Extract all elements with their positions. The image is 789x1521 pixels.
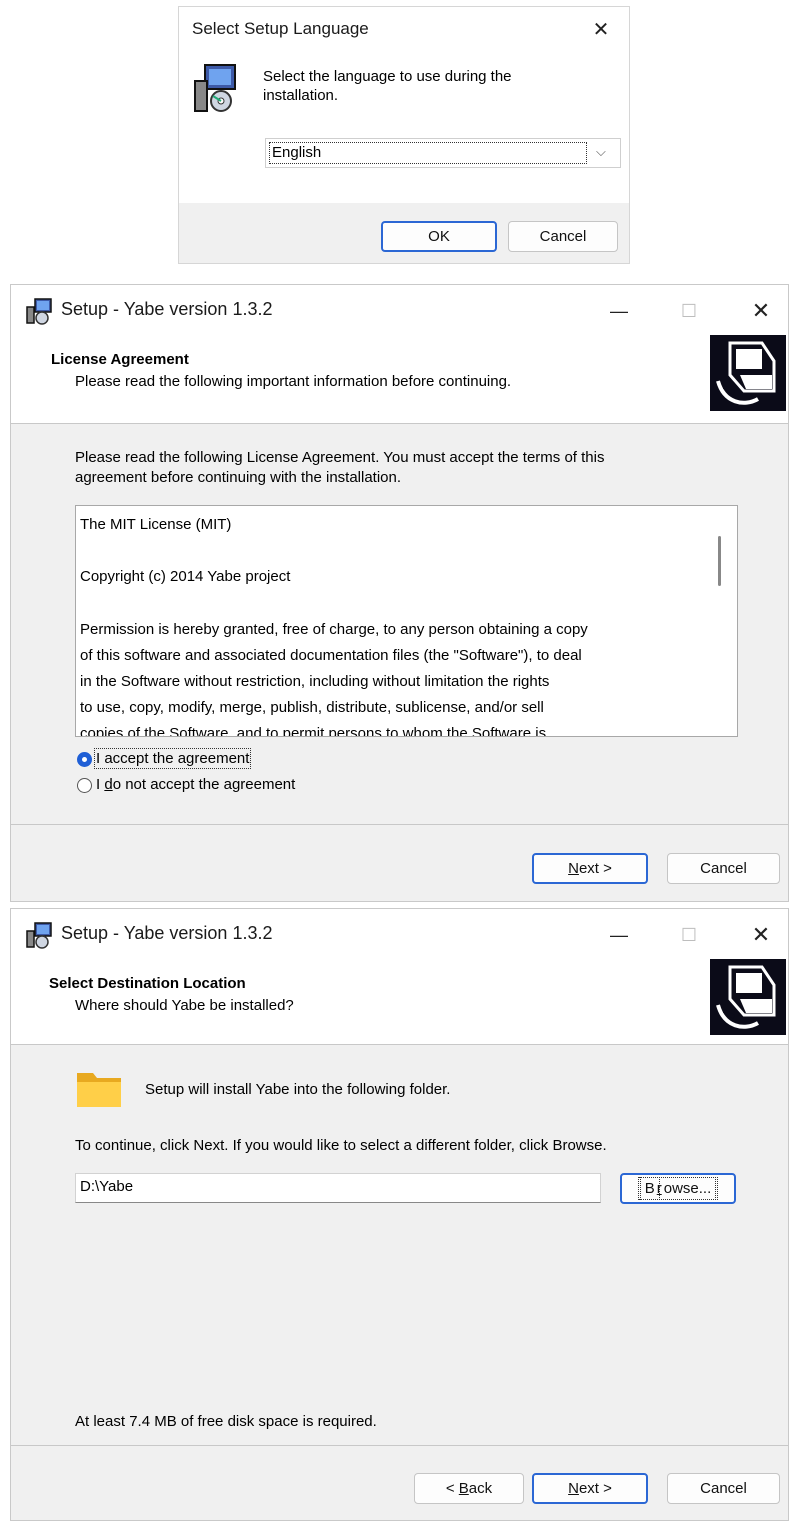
browse-button[interactable]: Br owse... bbox=[620, 1173, 736, 1204]
license-line: of this software and associated document… bbox=[80, 647, 582, 664]
language-select[interactable]: English ⌵ bbox=[265, 138, 621, 168]
close-icon: ✕ bbox=[751, 298, 771, 323]
app-icon bbox=[25, 297, 53, 325]
window-title: Setup - Yabe version 1.3.2 bbox=[61, 299, 273, 319]
language-select-value: English bbox=[269, 142, 587, 164]
cancel-button[interactable]: Cancel bbox=[508, 221, 618, 252]
back-button[interactable]: < Back bbox=[414, 1473, 524, 1504]
wizard-computer-icon bbox=[710, 335, 786, 411]
license-window: Setup - Yabe version 1.3.2 — ☐ ✕ License… bbox=[10, 284, 789, 902]
license-line: Permission is hereby granted, free of ch… bbox=[80, 621, 588, 638]
destination-instruction: To continue, click Next. If you would li… bbox=[75, 1137, 607, 1154]
folder-message: Setup will install Yabe into the followi… bbox=[145, 1081, 451, 1098]
language-message: Select the language to use during the in… bbox=[263, 68, 512, 104]
cancel-button[interactable]: Cancel bbox=[667, 1473, 780, 1504]
setup-cd-computer-icon bbox=[191, 63, 241, 113]
content-area bbox=[11, 1045, 788, 1445]
language-dialog: Select Setup Language ✕ Select the langu… bbox=[178, 6, 630, 264]
license-line: copies of the Software, and to permit pe… bbox=[80, 725, 547, 737]
close-icon: ✕ bbox=[751, 922, 771, 947]
license-line: Copyright (c) 2014 Yabe project bbox=[80, 568, 291, 585]
minimize-icon: — bbox=[610, 300, 628, 321]
decline-label[interactable]: I do not accept the agreement bbox=[96, 776, 295, 793]
cancel-button[interactable]: Cancel bbox=[667, 853, 780, 884]
page-subtitle: Where should Yabe be installed? bbox=[75, 997, 294, 1014]
accept-label[interactable]: I accept the agreement bbox=[93, 748, 252, 769]
decline-radio[interactable] bbox=[77, 778, 92, 793]
next-button[interactable]: Next > bbox=[532, 1473, 648, 1504]
minimize-button[interactable]: — bbox=[596, 291, 642, 331]
license-line: to use, copy, modify, merge, publish, di… bbox=[80, 699, 544, 716]
wizard-computer-icon bbox=[710, 959, 786, 1035]
license-line: The MIT License (MIT) bbox=[80, 516, 232, 533]
next-button[interactable]: Next > bbox=[532, 853, 648, 884]
window-title: Setup - Yabe version 1.3.2 bbox=[61, 923, 273, 943]
close-icon: ✕ bbox=[592, 18, 610, 41]
maximize-icon: ☐ bbox=[680, 924, 698, 945]
maximize-button: ☐ bbox=[666, 915, 712, 955]
close-button[interactable]: ✕ bbox=[738, 291, 784, 331]
accept-radio[interactable] bbox=[77, 752, 92, 767]
close-button[interactable]: ✕ bbox=[738, 915, 784, 955]
app-icon bbox=[25, 921, 53, 949]
minimize-icon: — bbox=[610, 924, 628, 945]
minimize-button[interactable]: — bbox=[596, 915, 642, 955]
destination-window: Setup - Yabe version 1.3.2 — ☐ ✕ Select … bbox=[10, 908, 789, 1521]
page-title: Select Destination Location bbox=[49, 975, 246, 992]
page-subtitle: Please read the following important info… bbox=[75, 373, 512, 390]
chevron-down-icon: ⌵ bbox=[596, 144, 606, 159]
close-button[interactable]: ✕ bbox=[579, 11, 623, 47]
scrollbar-thumb[interactable] bbox=[718, 536, 721, 586]
license-textbox[interactable]: The MIT License (MIT) Copyright (c) 2014… bbox=[75, 505, 738, 737]
dialog-title: Select Setup Language bbox=[192, 19, 369, 38]
maximize-icon: ☐ bbox=[680, 300, 698, 321]
license-instruction-line1: Please read the following License Agreem… bbox=[75, 449, 605, 466]
license-line: in the Software without restriction, inc… bbox=[80, 673, 550, 690]
destination-path-input[interactable]: D:\Yabe bbox=[75, 1173, 601, 1203]
license-instruction-line2: agreement before continuing with the ins… bbox=[75, 469, 402, 486]
folder-icon bbox=[75, 1069, 123, 1109]
maximize-button: ☐ bbox=[666, 291, 712, 331]
ok-button[interactable]: OK bbox=[381, 221, 497, 252]
disk-space-note: At least 7.4 MB of free disk space is re… bbox=[75, 1413, 377, 1430]
page-title: License Agreement bbox=[51, 351, 189, 368]
